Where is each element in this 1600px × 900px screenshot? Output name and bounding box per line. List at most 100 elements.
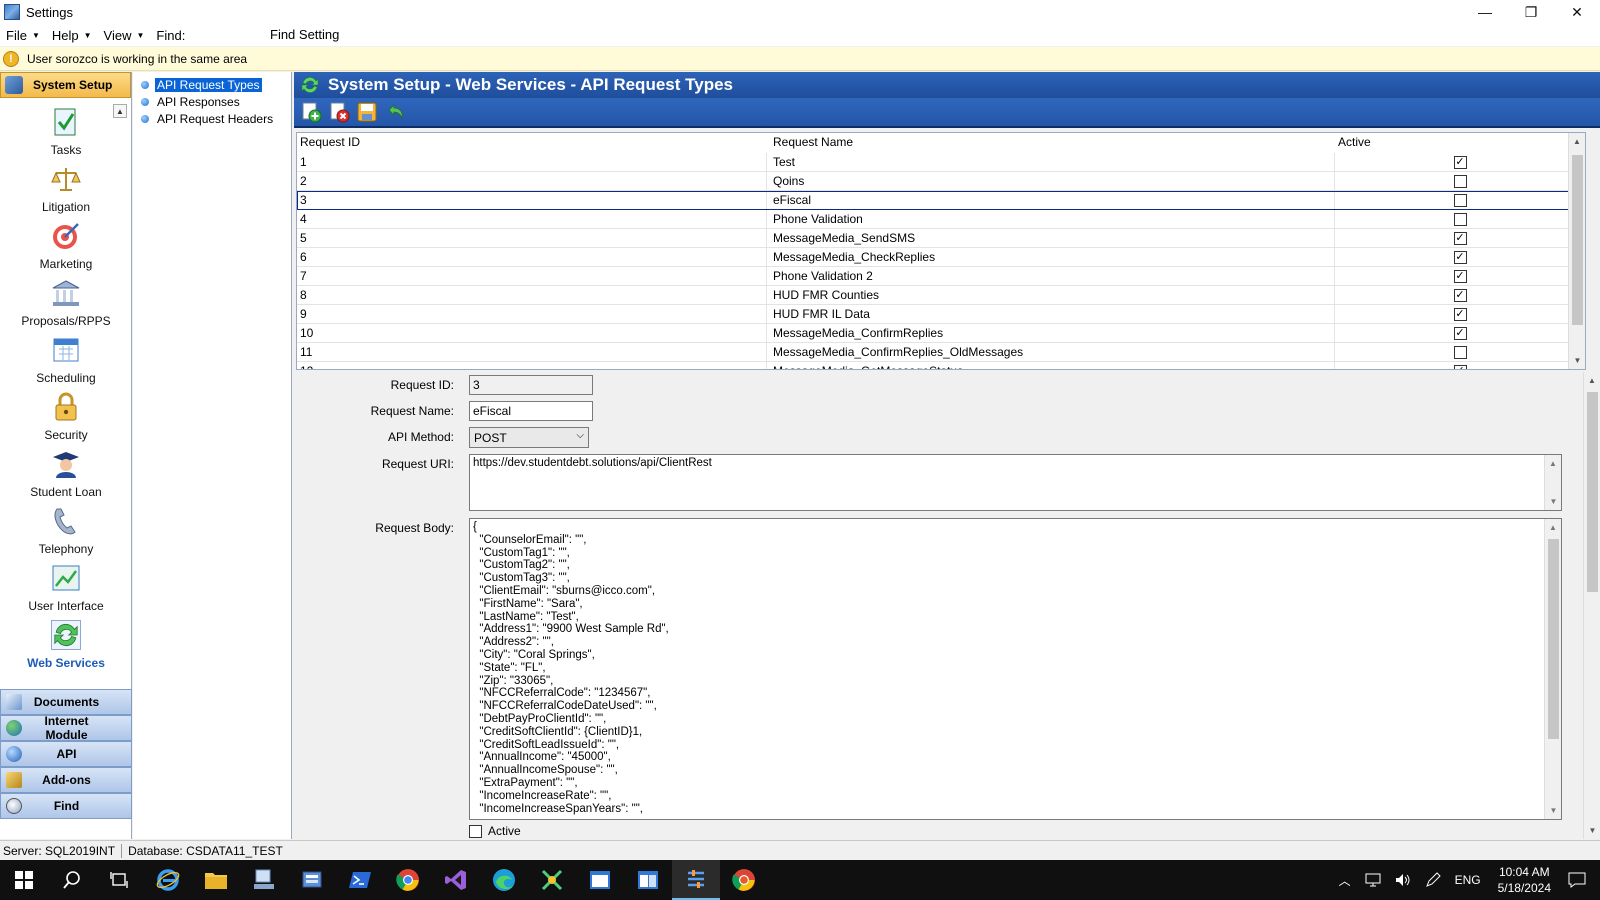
table-row[interactable]: 11 MessageMedia_ConfirmReplies_OldMessage… xyxy=(297,343,1585,362)
cell-request-id[interactable]: 3 xyxy=(297,191,767,209)
cell-request-name[interactable]: MessageMedia_GetMessageStatus xyxy=(767,362,1335,369)
nav-item-proposals-rpps[interactable]: Proposals/RPPS xyxy=(0,275,132,332)
active-checkbox[interactable] xyxy=(1453,174,1467,188)
search-button[interactable] xyxy=(48,860,96,900)
taskbar-visual-studio[interactable] xyxy=(432,860,480,900)
scroll-up-icon[interactable]: ▲ xyxy=(1545,519,1561,536)
delete-button[interactable] xyxy=(326,99,352,125)
body-scroll-thumb[interactable] xyxy=(1548,539,1559,739)
volume-icon[interactable] xyxy=(1395,873,1411,887)
request-id-field[interactable]: 3 xyxy=(469,375,593,395)
nav-item-tasks[interactable]: Tasks xyxy=(0,104,132,161)
menu-file[interactable]: File ▼ xyxy=(0,28,46,43)
cell-request-id[interactable]: 10 xyxy=(297,324,767,342)
tree-item-api-responses[interactable]: API Responses xyxy=(133,93,291,110)
nav-item-student-loan[interactable]: Student Loan xyxy=(0,446,132,503)
table-row[interactable]: 4 Phone Validation xyxy=(297,210,1585,229)
api-method-select[interactable]: POST ⌵ xyxy=(469,427,589,448)
active-checkbox[interactable]: ✓ xyxy=(1453,250,1467,264)
module-header-system-setup[interactable]: System Setup xyxy=(0,72,131,98)
active-checkbox[interactable] xyxy=(469,824,482,838)
table-row[interactable]: 10 MessageMedia_ConfirmReplies ✓ xyxy=(297,324,1585,343)
nav-item-telephony[interactable]: Telephony xyxy=(0,503,132,560)
request-uri-field[interactable]: https://dev.studentdebt.solutions/api/Cl… xyxy=(469,454,1562,511)
active-checkbox[interactable]: ✓ xyxy=(1453,288,1467,302)
network-icon[interactable] xyxy=(1365,873,1381,887)
cell-request-name[interactable]: MessageMedia_ConfirmReplies_OldMessages xyxy=(767,343,1335,361)
taskbar-app-2[interactable] xyxy=(288,860,336,900)
taskbar-powershell[interactable] xyxy=(336,860,384,900)
cell-request-id[interactable]: 5 xyxy=(297,229,767,247)
cell-request-id[interactable]: 4 xyxy=(297,210,767,228)
active-checkbox[interactable] xyxy=(1453,345,1467,359)
request-name-field[interactable]: eFiscal xyxy=(469,401,593,421)
menu-view[interactable]: View ▼ xyxy=(98,28,151,43)
taskbar-app-5[interactable] xyxy=(624,860,672,900)
taskbar-app-4[interactable] xyxy=(576,860,624,900)
module-internet[interactable]: Internet Module xyxy=(0,714,132,742)
table-row[interactable]: 9 HUD FMR IL Data ✓ xyxy=(297,305,1585,324)
start-button[interactable] xyxy=(0,860,48,900)
add-button[interactable] xyxy=(298,99,324,125)
module-api[interactable]: API xyxy=(0,741,132,767)
cell-request-id[interactable]: 12 xyxy=(297,362,767,369)
table-row[interactable]: 5 MessageMedia_SendSMS ✓ xyxy=(297,229,1585,248)
cell-request-name[interactable]: Test xyxy=(767,153,1335,171)
detail-scroll-thumb[interactable] xyxy=(1587,392,1598,592)
active-checkbox[interactable]: ✓ xyxy=(1453,307,1467,321)
pen-icon[interactable] xyxy=(1425,872,1441,888)
scroll-down-icon[interactable]: ▼ xyxy=(1545,493,1561,510)
cell-request-name[interactable]: MessageMedia_ConfirmReplies xyxy=(767,324,1335,342)
taskbar-chrome[interactable] xyxy=(384,860,432,900)
active-checkbox[interactable]: ✓ xyxy=(1453,231,1467,245)
column-header-active[interactable]: Active xyxy=(1335,133,1585,151)
scroll-up-icon[interactable]: ▲ xyxy=(1584,372,1600,389)
taskbar-edge[interactable] xyxy=(144,860,192,900)
close-button[interactable]: ✕ xyxy=(1554,0,1600,24)
active-checkbox[interactable]: ✓ xyxy=(1453,155,1467,169)
table-row[interactable]: 6 MessageMedia_CheckReplies ✓ xyxy=(297,248,1585,267)
cell-request-name[interactable]: MessageMedia_SendSMS xyxy=(767,229,1335,247)
taskbar-app-3[interactable] xyxy=(528,860,576,900)
nav-item-user-interface[interactable]: User Interface xyxy=(0,560,132,617)
cell-request-id[interactable]: 2 xyxy=(297,172,767,190)
scroll-up-icon[interactable]: ▲ xyxy=(1545,455,1561,472)
language-indicator[interactable]: ENG xyxy=(1455,873,1481,887)
taskbar-file-explorer[interactable] xyxy=(192,860,240,900)
cell-request-id[interactable]: 9 xyxy=(297,305,767,323)
undo-button[interactable] xyxy=(382,99,408,125)
table-row[interactable]: 12MessageMedia_GetMessageStatus ✓ xyxy=(297,362,1585,369)
taskbar-settings-active[interactable] xyxy=(672,860,720,900)
menu-help[interactable]: Help ▼ xyxy=(46,28,98,43)
cell-request-name[interactable]: Phone Validation 2 xyxy=(767,267,1335,285)
active-checkbox[interactable]: ✓ xyxy=(1453,326,1467,340)
active-checkbox-row[interactable]: Active xyxy=(469,824,521,838)
column-header-request-id[interactable]: Request ID xyxy=(297,133,767,151)
cell-request-id[interactable]: 1 xyxy=(297,153,767,171)
clock[interactable]: 10:04 AM 5/18/2024 xyxy=(1498,864,1551,896)
active-checkbox[interactable] xyxy=(1453,212,1467,226)
cell-request-name[interactable]: HUD FMR IL Data xyxy=(767,305,1335,323)
scroll-down-icon[interactable]: ▼ xyxy=(1584,822,1600,839)
grid-scroll-thumb[interactable] xyxy=(1572,155,1583,325)
table-row[interactable]: 1 Test ✓ xyxy=(297,153,1585,172)
column-header-request-name[interactable]: Request Name xyxy=(767,133,1335,151)
nav-item-web-services[interactable]: Web Services xyxy=(0,617,132,674)
module-documents[interactable]: Documents xyxy=(0,689,132,715)
module-find[interactable]: Find xyxy=(0,793,132,819)
cell-request-id[interactable]: 7 xyxy=(297,267,767,285)
scroll-down-icon[interactable]: ▼ xyxy=(1545,802,1561,819)
scroll-up-icon[interactable]: ▲ xyxy=(1569,133,1585,150)
nav-item-litigation[interactable]: Litigation xyxy=(0,161,132,218)
cell-request-id[interactable]: 6 xyxy=(297,248,767,266)
grid-scrollbar[interactable]: ▲ ▼ xyxy=(1568,133,1585,369)
table-row[interactable]: 3 eFiscal xyxy=(297,191,1585,210)
save-button[interactable] xyxy=(354,99,380,125)
taskbar-chrome-2[interactable] xyxy=(720,860,768,900)
uri-scrollbar[interactable]: ▲ ▼ xyxy=(1544,455,1561,510)
cell-request-name[interactable]: eFiscal xyxy=(767,191,1335,209)
module-addons[interactable]: Add-ons xyxy=(0,767,132,793)
minimize-button[interactable]: — xyxy=(1462,0,1508,24)
cell-request-id[interactable]: 11 xyxy=(297,343,767,361)
cell-request-name[interactable]: HUD FMR Counties xyxy=(767,286,1335,304)
